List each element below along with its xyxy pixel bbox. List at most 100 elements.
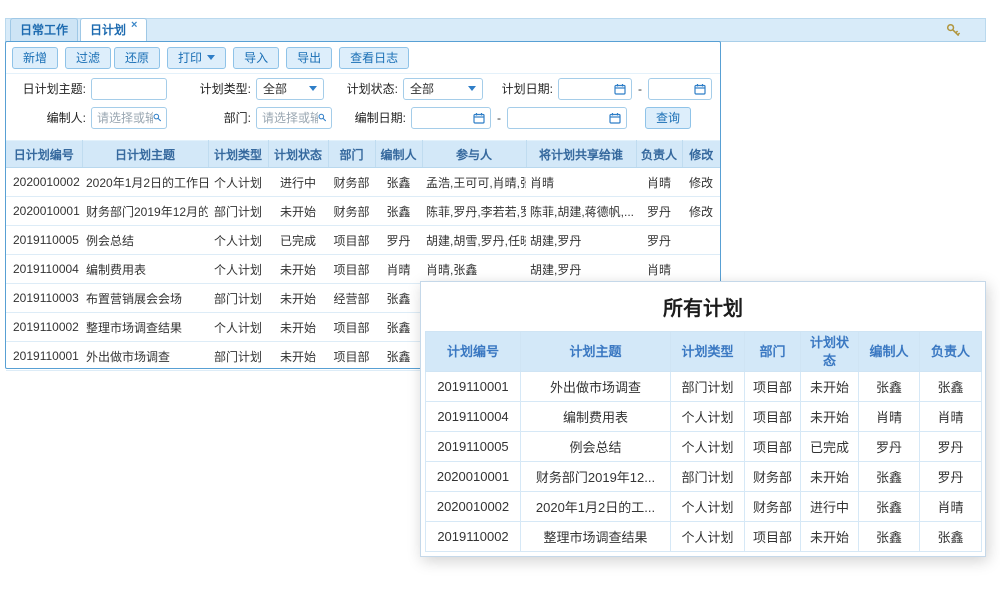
table-cell: 财务部 (328, 197, 375, 226)
table-row[interactable]: 2019110005例会总结个人计划项目部已完成罗丹罗丹 (426, 432, 982, 462)
table-cell: 部门计划 (671, 462, 745, 492)
table-link-cell[interactable]: 2019110004 (6, 255, 82, 284)
table-cell: 个人计划 (671, 492, 745, 522)
table-link-cell[interactable]: 肖晴 (636, 168, 682, 197)
table-row[interactable]: 2019110004编制费用表个人计划未开始项目部肖晴肖晴,张鑫胡建,罗丹肖晴 (6, 255, 720, 284)
table-link-cell[interactable]: 财务部门2019年12月的... (82, 197, 208, 226)
search-icon[interactable] (318, 112, 326, 123)
table-link-cell[interactable]: 罗丹 (636, 226, 682, 255)
plan-date-to-input[interactable] (648, 78, 712, 100)
print-button[interactable]: 打印 (167, 47, 226, 69)
table-cell: 张鑫 (375, 197, 422, 226)
table-row[interactable]: 20200100022020年1月2日的工...个人计划财务部进行中张鑫肖晴 (426, 492, 982, 522)
table-link-cell[interactable]: 2019110001 (6, 342, 82, 371)
view-log-button[interactable]: 查看日志 (339, 47, 409, 69)
select-value: 全部 (410, 80, 434, 97)
all-plans-panel: 所有计划 计划编号计划主题计划类型部门计划状态编制人负责人 2019110001… (420, 281, 986, 557)
import-button[interactable]: 导入 (233, 47, 279, 69)
table-cell: 编制费用表 (521, 402, 671, 432)
export-button[interactable]: 导出 (286, 47, 332, 69)
table-cell: 未开始 (268, 284, 328, 313)
toolbar: 新增 过滤 还原 打印 导入 导出 查看日志 (6, 42, 720, 74)
plan-type-select[interactable]: 全部 (256, 78, 324, 100)
table-cell: 项目部 (745, 372, 801, 402)
compile-date-to-input[interactable] (507, 107, 627, 129)
chevron-down-icon (468, 86, 476, 91)
table-cell: 已完成 (801, 432, 859, 462)
table-header-row: 日计划编号日计划主题计划类型计划状态部门编制人参与人将计划共享给谁负责人修改 (6, 141, 720, 168)
table-link-cell[interactable]: 外出做市场调查 (82, 342, 208, 371)
table-link-cell[interactable]: 肖晴 (636, 255, 682, 284)
table-cell: 张鑫 (859, 492, 920, 522)
table-cell: 未开始 (801, 522, 859, 552)
table-cell: 未开始 (268, 197, 328, 226)
table-cell: 陈菲,罗丹,李若若,罗... (422, 197, 526, 226)
table-cell: 部门计划 (208, 197, 268, 226)
table-cell: 陈菲,胡建,蒋德帆,... (526, 197, 636, 226)
table-cell: 财务部 (745, 462, 801, 492)
table-cell: 肖晴 (526, 168, 636, 197)
plan-date-label: 计划日期: (483, 80, 553, 97)
table-link-cell[interactable]: 2019110002 (6, 313, 82, 342)
table-row[interactable]: 2019110004编制费用表个人计划项目部未开始肖晴肖晴 (426, 402, 982, 432)
restore-button[interactable]: 还原 (114, 47, 160, 69)
table-cell: 2019110005 (426, 432, 521, 462)
column-header: 计划类型 (208, 141, 268, 168)
table-cell: 肖晴 (920, 402, 982, 432)
plan-status-select[interactable]: 全部 (403, 78, 483, 100)
key-icon[interactable] (946, 23, 961, 38)
page-title: 所有计划 (425, 292, 981, 321)
table-cell: 罗丹 (920, 432, 982, 462)
table-cell: 项目部 (328, 226, 375, 255)
table-row[interactable]: 20200100022020年1月2日的工作日...个人计划进行中财务部张鑫孟浩… (6, 168, 720, 197)
table-cell: 项目部 (745, 522, 801, 552)
table-link-cell[interactable]: 2019110003 (6, 284, 82, 313)
tab-daily-plan[interactable]: 日计划× (80, 18, 147, 41)
compiler-input[interactable]: 请选择或输入 (91, 107, 167, 129)
table-link-cell[interactable]: 2020010001 (6, 197, 82, 226)
table-row[interactable]: 2019110005例会总结个人计划已完成项目部罗丹胡建,胡雪,罗丹,任晓...… (6, 226, 720, 255)
plan-subject-label: 日计划主题: (14, 80, 86, 97)
table-link-cell[interactable]: 2020010002 (6, 168, 82, 197)
table-link-cell[interactable]: 整理市场调查结果 (82, 313, 208, 342)
calendar-icon[interactable] (694, 83, 706, 95)
table-link-cell[interactable]: 2019110005 (6, 226, 82, 255)
table-cell: 肖晴 (375, 255, 422, 284)
filter-button[interactable]: 过滤 (65, 47, 111, 69)
table-link-cell[interactable]: 2020年1月2日的工作日... (82, 168, 208, 197)
column-header: 计划编号 (426, 332, 521, 372)
calendar-icon[interactable] (614, 83, 626, 95)
table-link-cell[interactable]: 编制费用表 (82, 255, 208, 284)
table-link-cell[interactable]: 修改 (682, 197, 720, 226)
compiler-label: 编制人: (14, 109, 86, 126)
table-row[interactable]: 2019110002整理市场调查结果个人计划项目部未开始张鑫张鑫 (426, 522, 982, 552)
table-cell: 财务部 (328, 168, 375, 197)
add-button[interactable]: 新增 (12, 47, 58, 69)
query-button[interactable]: 查询 (645, 107, 691, 129)
table-cell (682, 226, 720, 255)
plan-subject-input[interactable] (91, 78, 167, 100)
column-header: 参与人 (422, 141, 526, 168)
compile-date-from-input[interactable] (411, 107, 491, 129)
table-cell: 张鑫 (859, 462, 920, 492)
tab-bar: 日常工作 日计划× (5, 18, 986, 42)
table-cell: 项目部 (745, 432, 801, 462)
dept-input[interactable]: 请选择或输入 (256, 107, 332, 129)
column-header: 计划类型 (671, 332, 745, 372)
tab-daily-work[interactable]: 日常工作 (10, 18, 78, 41)
search-icon[interactable] (153, 112, 161, 123)
table-link-cell[interactable]: 罗丹 (636, 197, 682, 226)
calendar-icon[interactable] (473, 112, 485, 124)
plan-date-from-input[interactable] (558, 78, 632, 100)
table-cell: 项目部 (328, 342, 375, 371)
table-link-cell[interactable]: 修改 (682, 168, 720, 197)
filter-row-1: 日计划主题: 计划类型: 全部 计划状态: 全部 计划日期: - (6, 74, 720, 103)
table-row[interactable]: 2020010001财务部门2019年12月的...部门计划未开始财务部张鑫陈菲… (6, 197, 720, 226)
table-cell: 罗丹 (920, 462, 982, 492)
close-icon[interactable]: × (131, 19, 137, 31)
table-row[interactable]: 2019110001外出做市场调查部门计划项目部未开始张鑫张鑫 (426, 372, 982, 402)
table-link-cell[interactable]: 例会总结 (82, 226, 208, 255)
table-link-cell[interactable]: 布置营销展会会场 (82, 284, 208, 313)
table-row[interactable]: 2020010001财务部门2019年12...部门计划财务部未开始张鑫罗丹 (426, 462, 982, 492)
calendar-icon[interactable] (609, 112, 621, 124)
